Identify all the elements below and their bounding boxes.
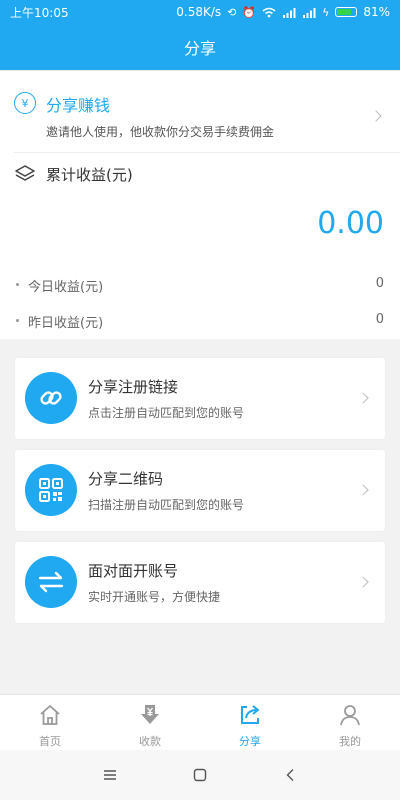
system-nav-bar	[0, 750, 400, 800]
layers-icon	[15, 165, 35, 181]
swap-icon	[25, 556, 77, 608]
tab-share[interactable]: 分享	[200, 695, 300, 751]
menu-icon[interactable]	[100, 765, 120, 785]
bullet	[16, 319, 19, 322]
page-title: 分享	[183, 39, 216, 58]
share-earn-description: 邀请他人使用，他收款你分交易手续费佣金	[46, 125, 275, 139]
link-icon	[25, 372, 77, 424]
alarm-icon: ⏰	[242, 5, 257, 19]
tab-mine[interactable]: 我的	[300, 695, 400, 751]
chevron-right-icon	[357, 484, 369, 496]
bullet	[16, 283, 19, 286]
tab-home-label: 首页	[39, 735, 61, 748]
share-link-description: 点击注册自动匹配到您的账号	[88, 406, 245, 420]
tab-receive[interactable]: 收款	[100, 695, 200, 751]
qr-code-icon	[25, 464, 77, 516]
bottom-tab-bar: 首页 收款 分享 我的	[0, 694, 400, 751]
yesterday-earnings-label: 昨日收益(元)	[28, 316, 104, 331]
signal-icon	[303, 7, 316, 18]
sync-off-icon: ⟲	[227, 5, 237, 19]
share-link-title: 分享注册链接	[88, 378, 179, 396]
face-to-face-description: 实时开通账号，方便快捷	[88, 590, 221, 604]
yesterday-earnings-row: 昨日收益(元) 0	[0, 309, 400, 333]
status-indicators: 0.58K/s ⟲ ⏰ ϟ 81%	[176, 5, 390, 19]
status-bar: 上午10:05 0.58K/s ⟲ ⏰ ϟ 81%	[0, 0, 400, 24]
share-qr-title: 分享二维码	[88, 470, 164, 488]
back-icon[interactable]	[280, 765, 300, 785]
share-qr-card[interactable]: 分享二维码 扫描注册自动匹配到您的账号	[15, 450, 385, 531]
home-icon	[40, 705, 60, 725]
home-square-icon[interactable]	[190, 765, 210, 785]
header: 分享	[0, 24, 400, 70]
today-earnings-row: 今日收益(元) 0	[0, 273, 400, 297]
share-icon	[241, 705, 259, 724]
chevron-right-icon	[370, 110, 382, 122]
divider	[14, 152, 400, 153]
signal-icon	[283, 7, 296, 18]
yesterday-earnings-value: 0	[375, 312, 384, 327]
money-bag-icon: ¥	[14, 92, 36, 114]
share-link-card[interactable]: 分享注册链接 点击注册自动匹配到您的账号	[15, 358, 385, 439]
status-time: 上午10:05	[10, 5, 69, 20]
share-qr-description: 扫描注册自动匹配到您的账号	[88, 498, 245, 512]
total-earnings-label: 累计收益(元)	[46, 166, 133, 184]
today-earnings-value: 0	[375, 276, 384, 291]
share-earn-title: 分享赚钱	[46, 96, 111, 115]
today-earnings-label: 今日收益(元)	[28, 280, 104, 295]
battery-percent: 81%	[363, 5, 390, 19]
receive-money-icon	[141, 705, 159, 724]
face-to-face-title: 面对面开账号	[88, 562, 179, 580]
share-earn-row[interactable]: ¥ 分享赚钱 邀请他人使用，他收款你分交易手续费佣金	[0, 80, 400, 152]
chevron-right-icon	[357, 392, 369, 404]
tab-home[interactable]: 首页	[0, 695, 100, 751]
charging-icon: ϟ	[322, 5, 330, 19]
wifi-icon	[262, 7, 276, 17]
network-speed: 0.58K/s	[176, 5, 222, 19]
tab-receive-label: 收款	[139, 735, 161, 748]
chevron-right-icon	[357, 576, 369, 588]
total-earnings-value: 0.00	[317, 206, 384, 241]
battery-icon	[335, 7, 358, 17]
face-to-face-card[interactable]: 面对面开账号 实时开通账号，方便快捷	[15, 542, 385, 623]
tab-share-label: 分享	[239, 735, 261, 748]
tab-mine-label: 我的	[339, 735, 361, 748]
person-icon	[340, 705, 360, 726]
